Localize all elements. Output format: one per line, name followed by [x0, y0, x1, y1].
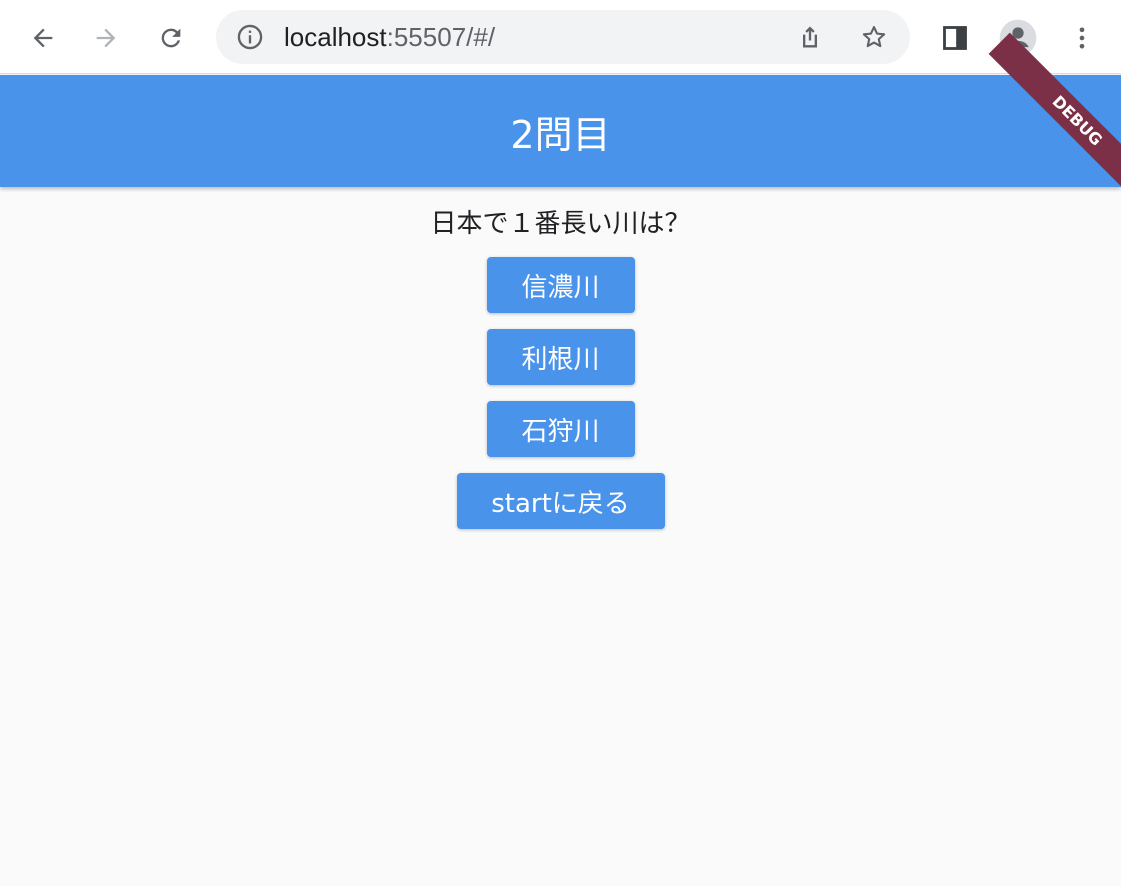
more-vert-icon [1079, 27, 1085, 49]
info-icon[interactable] [236, 23, 264, 51]
side-panel-icon [943, 26, 967, 50]
address-bar[interactable]: localhost:55507/#/ [216, 10, 910, 64]
url-host: localhost [284, 22, 387, 52]
question-text: 日本で１番長い川は？ [430, 209, 691, 239]
browser-toolbar: localhost:55507/#/ [0, 0, 1121, 74]
forward-button[interactable] [86, 18, 126, 58]
menu-button[interactable] [1062, 18, 1102, 58]
reload-button[interactable] [151, 18, 191, 58]
arrow-left-icon [33, 28, 53, 48]
url-path: :55507/#/ [386, 22, 496, 52]
star-icon[interactable] [860, 23, 888, 51]
side-panel-button[interactable] [935, 18, 975, 58]
reload-icon [161, 28, 181, 48]
back-button[interactable] [23, 18, 63, 58]
share-icon[interactable] [796, 23, 824, 51]
answer-button-2[interactable]: 利根川 [486, 329, 635, 385]
profile-icon [999, 19, 1037, 57]
url-text[interactable]: localhost:55507/#/ [284, 22, 495, 52]
app-bar: 2問目 [0, 75, 1121, 187]
back-to-start-button[interactable]: startに戻る [456, 473, 665, 529]
arrow-right-icon [96, 28, 116, 48]
answer-button-1[interactable]: 信濃川 [486, 257, 635, 313]
answer-button-3[interactable]: 石狩川 [486, 401, 635, 457]
quiz-body: 日本で１番長い川は？ 信濃川 利根川 石狩川 startに戻る [0, 187, 1121, 529]
profile-button[interactable] [998, 18, 1038, 58]
page-title: 2問目 [510, 112, 611, 157]
